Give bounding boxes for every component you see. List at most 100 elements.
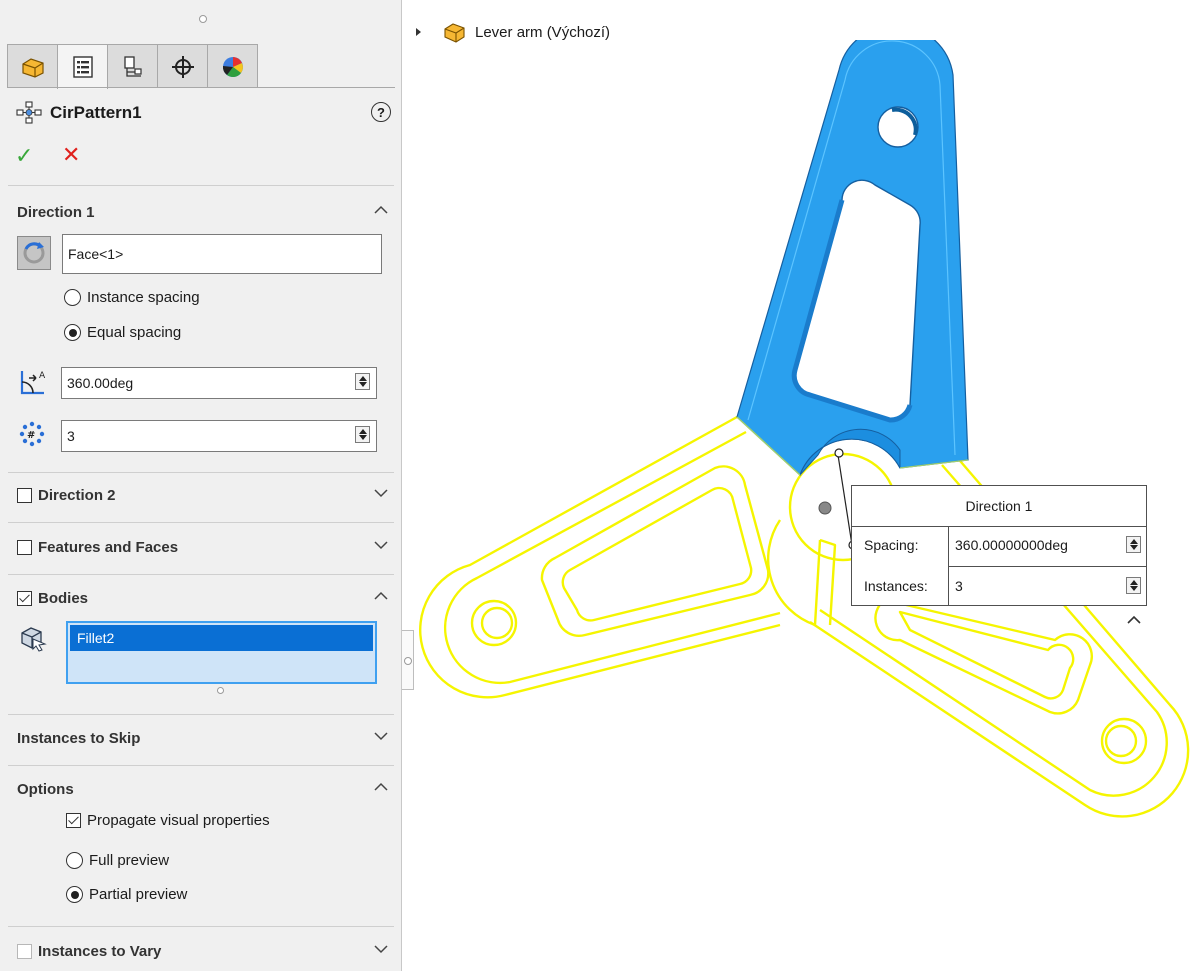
property-manager-icon [72,56,93,78]
list-resize-grip[interactable] [217,687,224,694]
section-label: Features and Faces [38,538,179,556]
partial-preview-option[interactable]: Partial preview [66,886,187,903]
callout-spacing-input[interactable]: 360.00000000deg [955,537,1068,553]
display-manager-icon [222,56,243,77]
radio-label: Partial preview [89,886,188,903]
callout-title: Direction 1 [965,498,1033,514]
bodies-icon-box [19,624,47,657]
instance-spacing-option[interactable]: Instance spacing [64,289,200,306]
angle-input[interactable]: 360.00deg [61,367,377,399]
expand-arrow-icon[interactable] [416,28,421,36]
tab-feature-manager[interactable] [7,44,58,88]
feature-manager-icon [21,57,44,78]
tab-property-manager[interactable] [57,44,108,89]
section-label: Bodies [38,589,89,607]
chevron-up-icon[interactable] [373,588,389,604]
angle-spinner[interactable] [355,373,370,390]
callout-spacing-spinner[interactable] [1126,536,1141,553]
direction2-checkbox[interactable] [17,487,32,503]
equal-spacing-option[interactable]: Equal spacing [64,324,181,341]
section-features-faces-header[interactable]: Features and Faces [17,535,389,559]
dimxpert-manager-icon [171,55,194,78]
chevron-up-icon[interactable] [1125,612,1143,628]
ok-button[interactable]: ✓ [15,143,33,169]
section-label: Instances to Vary [38,942,162,960]
section-instances-skip-header[interactable]: Instances to Skip [17,726,389,750]
section-direction1-header[interactable]: Direction 1 [17,200,389,224]
section-label: Direction 1 [17,203,95,221]
bodies-checkbox[interactable] [17,590,32,606]
pattern-axis-button[interactable] [17,236,51,275]
features-faces-checkbox[interactable] [17,539,32,555]
chevron-down-icon[interactable] [373,941,389,957]
instances-input[interactable]: 3 [61,420,377,452]
section-direction2-header[interactable]: Direction 2 [17,483,389,507]
bodies-list[interactable]: Fillet2 [66,621,377,684]
angle-icon-box: A [18,368,50,401]
chevron-down-icon[interactable] [373,728,389,744]
full-preview-option[interactable]: Full preview [66,852,169,869]
instances-value: 3 [67,428,75,444]
propagate-visual-option[interactable]: Propagate visual properties [66,812,270,829]
chevron-up-icon[interactable] [373,779,389,795]
tab-configuration-manager[interactable] [107,44,158,88]
property-manager-header: CirPattern1 ? [16,100,391,126]
list-item[interactable]: Fillet2 [70,625,373,651]
checkbox-label: Propagate visual properties [87,812,270,829]
svg-text:A: A [39,371,46,381]
radio-label: Equal spacing [87,324,182,341]
callout-spacing-label: Spacing: [864,537,919,553]
angle-icon: A [20,371,46,395]
pattern-preview-instances [418,415,1190,818]
full-preview-radio[interactable] [66,852,83,869]
selected-body[interactable] [736,40,969,477]
chevron-down-icon[interactable] [373,485,389,501]
circular-pattern-icon [16,101,42,124]
propagate-visual-checkbox[interactable] [66,813,81,828]
angle-value: 360.00deg [67,375,134,391]
divider [8,765,394,766]
svg-text:#: # [27,430,35,441]
radio-label: Instance spacing [87,289,200,306]
callout-instances-label: Instances: [864,578,928,594]
help-glyph: ? [377,104,385,120]
instance-spacing-radio[interactable] [64,289,81,306]
section-bodies-header[interactable]: Bodies [17,586,389,610]
section-instances-vary-header[interactable]: Instances to Vary [17,939,389,963]
configuration-manager-icon [123,55,142,77]
part-name: Lever arm (Výchozí) [475,23,611,41]
instances-vary-checkbox[interactable] [17,943,32,959]
help-icon[interactable]: ? [371,102,391,122]
chevron-up-icon[interactable] [373,202,389,218]
tabs-baseline [7,87,395,88]
cancel-button[interactable]: ✕ [62,142,80,168]
instances-icon-box: # [18,420,46,453]
callout-instances-input[interactable]: 3 [955,578,963,594]
divider [8,185,394,186]
divider [8,926,394,927]
callout-instances-spinner[interactable] [1126,577,1141,594]
instances-spinner[interactable] [355,426,370,443]
rotate-axis-icon [17,236,51,270]
divider [852,526,1146,527]
section-label: Options [17,780,74,798]
partial-preview-radio[interactable] [66,886,83,903]
equal-spacing-radio[interactable] [64,324,81,341]
page-title: CirPattern1 [50,103,142,122]
callout-leader [837,454,853,546]
pattern-axis-field[interactable]: Face<1> [62,234,382,274]
check-icon: ✓ [15,143,34,168]
property-manager-panel: CirPattern1 ? ✓ ✕ Direction 1 Face<1> In… [0,0,402,971]
solid-body-icon [21,627,47,652]
divider [8,522,394,523]
manager-tabs [7,44,258,89]
chevron-down-icon[interactable] [373,537,389,553]
instances-count-icon: # [19,421,45,447]
section-options-header[interactable]: Options [17,777,389,801]
tab-dimxpert-manager[interactable] [157,44,208,88]
panel-resize-grip[interactable] [199,15,207,23]
list-item-label: Fillet2 [77,630,115,646]
divider [948,566,1147,567]
pattern-axis-value: Face<1> [68,246,124,262]
tab-display-manager[interactable] [207,44,258,88]
